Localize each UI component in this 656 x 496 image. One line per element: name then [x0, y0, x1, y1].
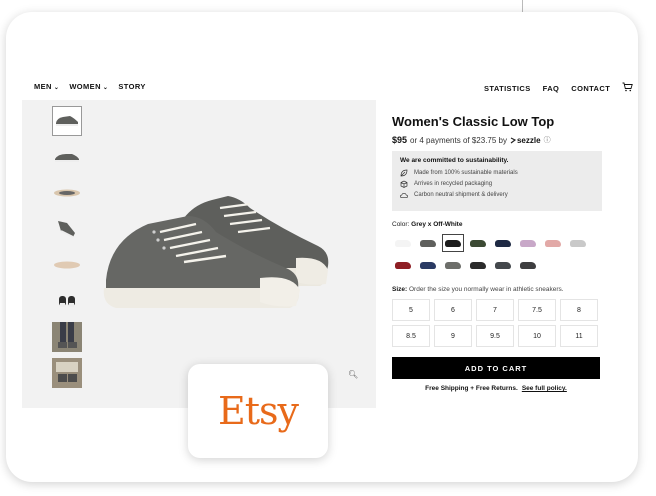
- color-swatch[interactable]: [442, 234, 464, 252]
- etsy-logo-card: Etsy: [188, 364, 328, 458]
- installment-text: or 4 payments of $23.75 by: [410, 135, 507, 145]
- sustainability-heading: We are committed to sustainability.: [400, 157, 509, 164]
- thumbnail-2[interactable]: [52, 142, 82, 172]
- color-swatch[interactable]: [417, 234, 439, 252]
- sustainability-item: Arrives in recycled packaging: [400, 180, 594, 188]
- thumbnail-3[interactable]: [52, 178, 82, 208]
- color-swatch[interactable]: [392, 256, 414, 274]
- nav-left: MEN ⌄ WOMEN ⌄ STORY: [34, 82, 146, 91]
- chevron-down-icon: ⌄: [102, 85, 109, 91]
- color-swatch[interactable]: [517, 234, 539, 252]
- shoe-swatch-icon: [570, 239, 586, 247]
- size-option[interactable]: 8.5: [392, 325, 430, 347]
- shoe-swatch-icon: [545, 239, 561, 247]
- size-option[interactable]: 5: [392, 299, 430, 321]
- color-swatch[interactable]: [542, 234, 564, 252]
- color-swatch[interactable]: [467, 234, 489, 252]
- cart-icon[interactable]: [622, 82, 633, 94]
- chevron-down-icon: ⌄: [53, 85, 60, 91]
- nav-right: STATISTICS FAQ CONTACT: [484, 82, 633, 94]
- size-option[interactable]: 9.5: [476, 325, 514, 347]
- info-icon[interactable]: ⓘ: [544, 135, 551, 145]
- shoe-swatch-icon: [420, 239, 436, 247]
- color-swatch[interactable]: [517, 256, 539, 274]
- zoom-icon[interactable]: 🔍︎: [348, 370, 358, 379]
- size-option[interactable]: 9: [434, 325, 472, 347]
- nav-faq[interactable]: FAQ: [543, 84, 560, 93]
- nav-contact[interactable]: CONTACT: [571, 84, 610, 93]
- thumbnail-1[interactable]: [52, 106, 82, 136]
- leaf-icon: [400, 169, 408, 177]
- color-swatches: [392, 234, 602, 274]
- price: $95: [392, 135, 408, 145]
- shipping-note: Free Shipping + Free Returns. See full po…: [425, 385, 567, 392]
- size-option[interactable]: 8: [560, 299, 598, 321]
- product-gallery: 🔍︎: [22, 100, 376, 408]
- main-product-image: [100, 188, 332, 317]
- thumbnail-6[interactable]: [52, 286, 82, 316]
- color-label: Color: Grey x Off-White: [392, 221, 463, 228]
- shoe-swatch-icon: [520, 261, 536, 269]
- policy-link[interactable]: See full policy.: [522, 385, 567, 392]
- size-option[interactable]: 10: [518, 325, 556, 347]
- size-option[interactable]: 11: [560, 325, 598, 347]
- thumbnail-8[interactable]: [52, 358, 82, 388]
- add-to-cart-button[interactable]: ADD TO CART: [392, 357, 600, 379]
- shoe-swatch-icon: [495, 261, 511, 269]
- sezzle-logo: sezzle: [510, 136, 541, 145]
- color-swatch[interactable]: [417, 256, 439, 274]
- etsy-logo: Etsy: [218, 389, 299, 433]
- shoe-swatch-icon: [445, 239, 461, 247]
- shoe-swatch-icon: [395, 239, 411, 247]
- shoe-swatch-icon: [445, 261, 461, 269]
- cloud-icon: [400, 191, 408, 199]
- sustainability-box: We are committed to sustainability. Made…: [392, 151, 602, 211]
- top-nav: MEN ⌄ WOMEN ⌄ STORY STATISTICS FAQ CONTACT: [6, 12, 638, 100]
- thumbnail-list: [52, 106, 86, 394]
- shoe-swatch-icon: [470, 261, 486, 269]
- nav-statistics[interactable]: STATISTICS: [484, 84, 531, 93]
- product-title: Women's Classic Low Top: [392, 114, 555, 129]
- color-swatch[interactable]: [492, 234, 514, 252]
- box-icon: [400, 180, 408, 188]
- size-option[interactable]: 7: [476, 299, 514, 321]
- color-swatch[interactable]: [467, 256, 489, 274]
- color-swatch[interactable]: [392, 234, 414, 252]
- size-grid: 5 6 7 7.5 8 8.5 9 9.5 10 11: [392, 299, 602, 347]
- nav-men[interactable]: MEN ⌄: [34, 82, 59, 91]
- size-label: Size: Order the size you normally wear i…: [392, 286, 564, 293]
- size-option[interactable]: 6: [434, 299, 472, 321]
- shoe-swatch-icon: [395, 261, 411, 269]
- nav-women[interactable]: WOMEN ⌄: [69, 82, 108, 91]
- thumbnail-4[interactable]: [52, 214, 82, 244]
- shoe-swatch-icon: [495, 239, 511, 247]
- size-option[interactable]: 7.5: [518, 299, 556, 321]
- nav-story[interactable]: STORY: [118, 82, 145, 91]
- price-row: $95 or 4 payments of $23.75 by sezzle ⓘ: [392, 135, 602, 145]
- color-swatch[interactable]: [492, 256, 514, 274]
- color-swatch[interactable]: [442, 256, 464, 274]
- product-info: Women's Classic Low Top $95 or 4 payment…: [392, 112, 602, 392]
- shoe-swatch-icon: [420, 261, 436, 269]
- sustainability-item: Made from 100% sustainable materials: [400, 169, 594, 177]
- sustainability-item: Carbon neutral shipment & delivery: [400, 191, 594, 199]
- thumbnail-5[interactable]: [52, 250, 82, 280]
- color-swatch[interactable]: [567, 234, 589, 252]
- shoe-swatch-icon: [520, 239, 536, 247]
- thumbnail-7[interactable]: [52, 322, 82, 352]
- shoe-swatch-icon: [470, 239, 486, 247]
